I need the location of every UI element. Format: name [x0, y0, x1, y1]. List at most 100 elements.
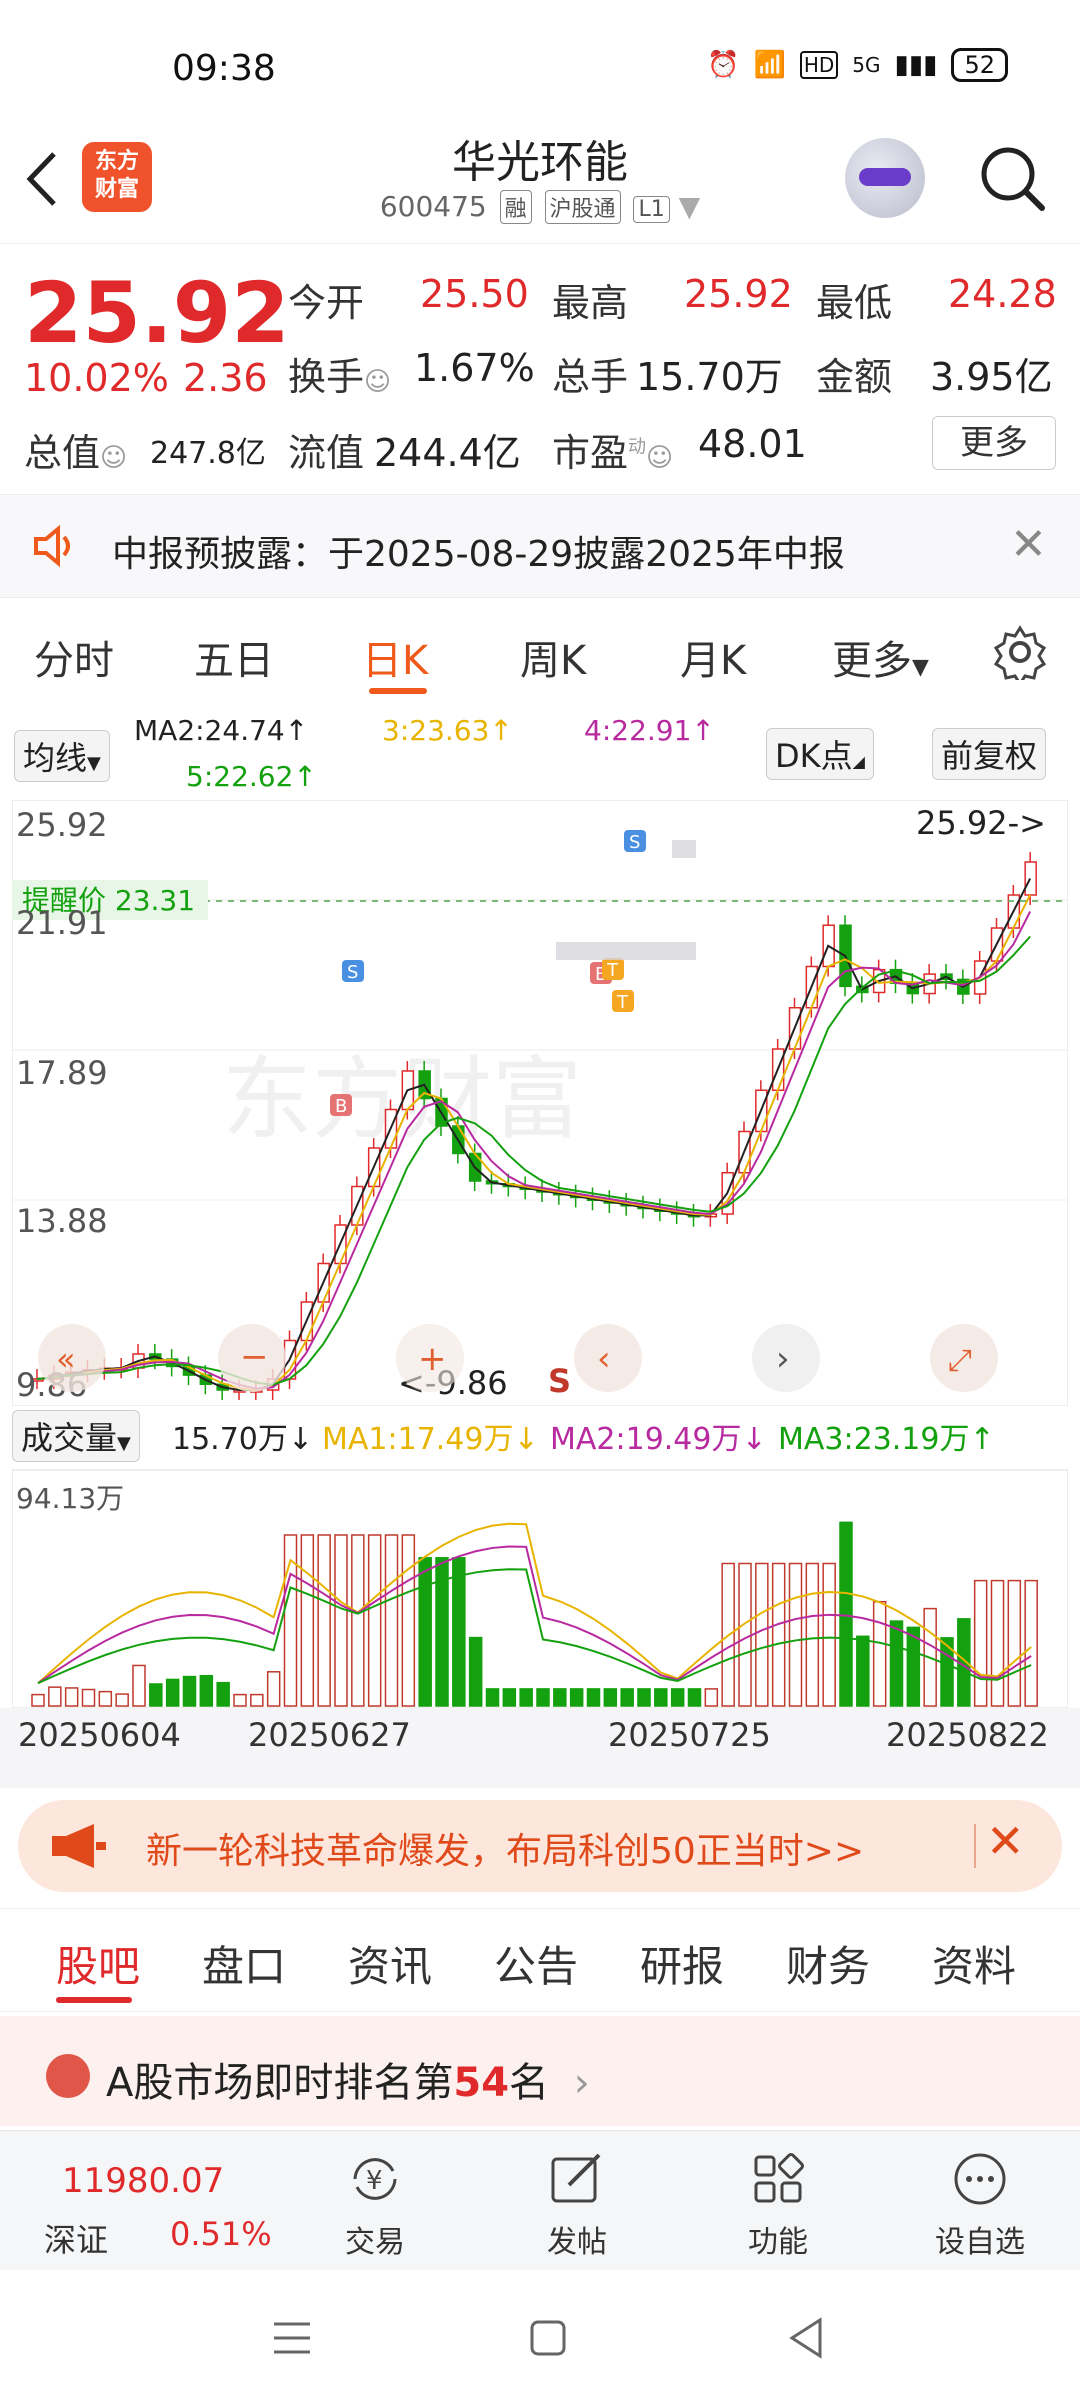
ma3-text: 3:23.63 [382, 714, 490, 747]
volume-bar [687, 1688, 702, 1707]
signal-icon: ▮▮▮ [894, 50, 938, 80]
low-label: 最低 [816, 281, 893, 325]
tag-level: L1 [633, 196, 670, 223]
turnover-value: 1.67% [414, 346, 535, 390]
high-label: 最高 [552, 281, 629, 325]
volume-bar [384, 1534, 399, 1707]
back-nav-icon[interactable] [786, 2316, 826, 2360]
expand-icon: ⤢ [948, 1343, 972, 1378]
add-watchlist-button[interactable]: 设自选 [920, 2149, 1040, 2261]
pe-label[interactable]: 市盈动☺ [552, 422, 673, 477]
signal-marker-label: T [606, 960, 619, 981]
volume-bar [199, 1674, 214, 1707]
volume-bar [620, 1688, 634, 1707]
gear-icon[interactable] [992, 624, 1048, 680]
tab-more[interactable]: 更多▼ [832, 628, 929, 686]
rank-prefix: A股市场即时排名第 [106, 2060, 454, 2106]
tab-announcements[interactable]: 公告 [494, 1933, 578, 1994]
info-icon: ☺ [100, 443, 128, 473]
turnover-label[interactable]: 换手☺ [288, 346, 391, 401]
volume-bar [48, 1686, 62, 1707]
post-button[interactable]: 发帖 [517, 2149, 637, 2261]
dk-label: DK点 [775, 737, 853, 775]
tab-research[interactable]: 研报 [640, 1933, 724, 1994]
signal-marker-label: S [629, 832, 640, 853]
promo-banner[interactable]: 新一轮科技革命爆发，布局科创50正当时>> ✕ [18, 1800, 1062, 1892]
pe-label-text: 市盈 [552, 431, 629, 475]
tab-daily-k[interactable]: 日K [362, 628, 428, 686]
pressure-zone [556, 942, 696, 960]
index-name: 深证 [44, 2221, 109, 2259]
volume-bar [452, 1557, 466, 1707]
change-percent: 10.02% [24, 356, 169, 400]
tab-news[interactable]: 资讯 [348, 1933, 432, 1994]
volume-bar [519, 1688, 533, 1707]
ma-legend: 均线▼ MA2:24.74↑ 3:23.63↑ 4:22.91↑ 5:22.62… [0, 708, 1080, 798]
tab-financials[interactable]: 财务 [786, 1933, 870, 1994]
search-icon[interactable] [978, 144, 1048, 214]
volume-bar [1024, 1579, 1038, 1707]
ma-mode-label: 均线 [23, 739, 88, 777]
wifi-icon: 📶 [753, 50, 786, 80]
status-bar: 09:38 ⏰ 📶 HD 5G ▮▮▮ 52 [0, 0, 1080, 110]
kline-tabs: 分时 五日 日K 周K 月K 更多▼ [0, 600, 1080, 702]
tab-profile[interactable]: 资料 [932, 1933, 1016, 1994]
tab-intraday[interactable]: 分时 [34, 628, 114, 686]
function-button[interactable]: 功能 [718, 2149, 838, 2261]
date-tick: 20250822 [886, 1716, 1049, 1754]
divider [974, 1824, 976, 1868]
adjust-button[interactable]: 前复权 [932, 728, 1047, 780]
ma5-value: 5:22.62↑ [186, 760, 317, 793]
volume-chart[interactable]: 94.13万 [12, 1428, 1068, 1708]
watch-label: 设自选 [935, 2225, 1025, 2260]
pe-dynamic-sup: 动 [628, 436, 647, 458]
rank-banner[interactable]: A股市场即时排名第54名 › [0, 2016, 1080, 2126]
more-dots-icon [954, 2153, 1006, 2205]
ma-mode-select[interactable]: 均线▼ [14, 730, 110, 782]
volume-bar [182, 1675, 197, 1707]
more-button[interactable]: 更多 [932, 416, 1056, 470]
y-tick-label: 17.89 [16, 1054, 108, 1092]
volume-bar [637, 1688, 651, 1707]
status-icons: ⏰ 📶 HD 5G ▮▮▮ 52 [707, 48, 1008, 82]
volume-bar [973, 1579, 988, 1707]
kline-chart[interactable]: 东方财富 提醒价 23.31 25.92 21.91 17.89 13.88 9… [12, 800, 1068, 1406]
rank-text: A股市场即时排名第54名 › [106, 2050, 590, 2108]
tab-five-day[interactable]: 五日 [194, 628, 274, 686]
volume-value: 15.70万 [636, 355, 783, 399]
volume-bar [485, 1688, 500, 1707]
tab-forum[interactable]: 股吧 [56, 1933, 140, 1994]
minus-icon: − [240, 1337, 269, 1377]
volume-bar [872, 1600, 887, 1707]
assistant-robot-icon[interactable] [845, 138, 925, 218]
ma2-text: MA2:24.74 [134, 714, 285, 747]
volume-bar [401, 1534, 416, 1707]
close-icon[interactable]: ✕ [986, 1814, 1025, 1868]
home-icon[interactable] [528, 2318, 568, 2358]
tab-weekly-k[interactable]: 周K [520, 628, 586, 686]
dk-button[interactable]: DK点◢ [766, 728, 874, 780]
caret-down-icon: ▼ [87, 753, 101, 774]
menu-icon[interactable] [270, 2318, 314, 2358]
s-marker-label: S [548, 1362, 571, 1400]
tab-orderbook[interactable]: 盘口 [202, 1933, 286, 1994]
volume-bar [738, 1562, 752, 1707]
mcap-value: 247.8亿 [150, 436, 266, 471]
open-value: 25.50 [420, 272, 529, 316]
info-icon: ☺ [364, 367, 392, 397]
chevron-down-icon: ▼ [678, 190, 701, 223]
tab-monthly-k[interactable]: 月K [680, 628, 746, 686]
volume-bar [418, 1557, 432, 1707]
close-icon[interactable]: ✕ [1010, 519, 1047, 570]
tag-connect: 沪股通 [544, 190, 621, 224]
volume-bar [788, 1562, 803, 1707]
notice-bar[interactable]: 中报预披露：于2025-08-29披露2025年中报 ✕ [0, 494, 1080, 598]
volume-bar [317, 1534, 331, 1707]
volume-bar [889, 1620, 904, 1707]
trade-button[interactable]: ¥ 交易 [315, 2149, 435, 2261]
caret-down-icon: ▼ [912, 655, 929, 680]
mcap-label[interactable]: 总值☺ [24, 422, 127, 477]
trade-label: 交易 [345, 2225, 405, 2260]
volume-bar [839, 1521, 853, 1707]
volume-bar [81, 1688, 96, 1707]
